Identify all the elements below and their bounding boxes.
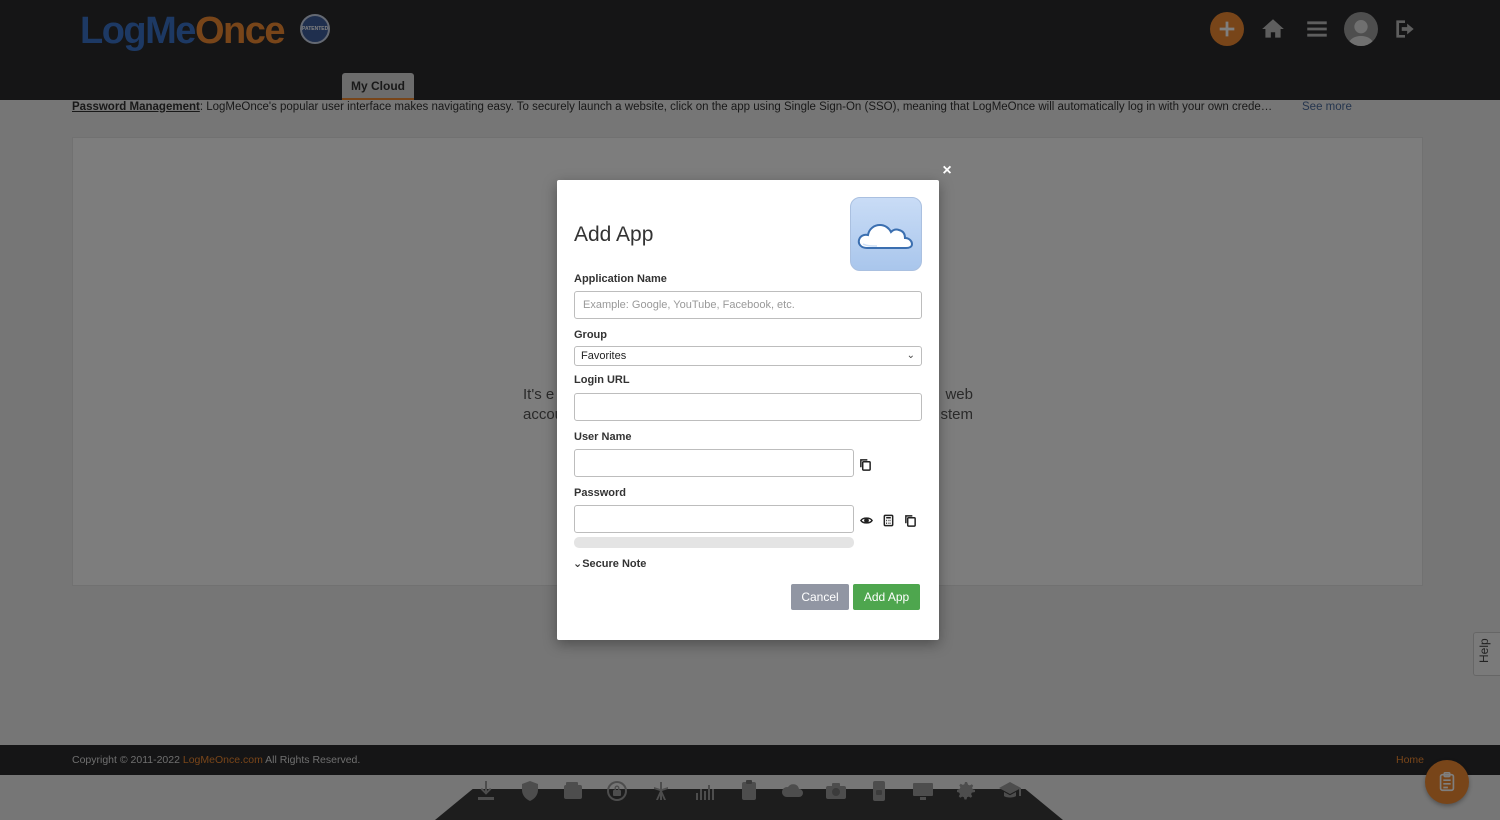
group-label: Group: [574, 329, 607, 341]
add-app-button[interactable]: Add App: [853, 584, 920, 610]
password-generator-icon[interactable]: [880, 512, 896, 528]
copy-username-icon[interactable]: [857, 456, 873, 472]
user-name-input[interactable]: [574, 449, 854, 477]
cloud-icon[interactable]: [850, 197, 922, 271]
chevron-down-icon: ⌄: [906, 350, 915, 361]
password-input[interactable]: [574, 505, 854, 533]
password-label: Password: [574, 487, 626, 499]
chevron-down-icon: ⌄: [573, 558, 583, 570]
login-url-input[interactable]: [574, 393, 922, 421]
secure-note-toggle[interactable]: ⌄Secure Note: [573, 557, 646, 570]
dialog-title: Add App: [574, 223, 654, 246]
copy-password-icon[interactable]: [902, 512, 918, 528]
application-name-input[interactable]: [574, 291, 922, 319]
password-strength-bar: [574, 537, 854, 548]
add-app-dialog: Add App Application Name Group Favorites…: [557, 180, 939, 640]
login-url-label: Login URL: [574, 374, 630, 386]
eye-icon[interactable]: [858, 512, 874, 528]
application-name-label: Application Name: [574, 273, 667, 285]
cancel-button[interactable]: Cancel: [791, 584, 849, 610]
group-select[interactable]: Favorites ⌄: [574, 346, 922, 366]
user-name-label: User Name: [574, 431, 632, 443]
close-icon[interactable]: ×: [940, 162, 954, 180]
